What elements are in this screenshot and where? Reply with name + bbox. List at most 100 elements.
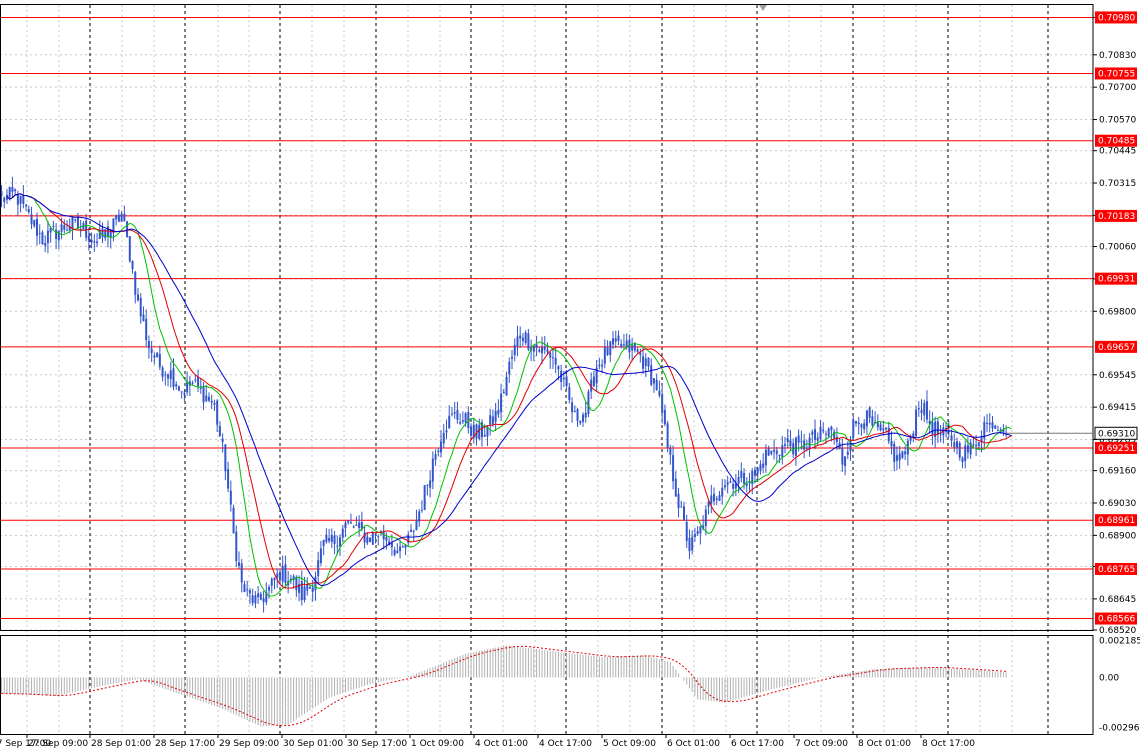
candle-body-4 xyxy=(11,187,14,192)
candle-body-309 xyxy=(844,456,847,467)
candle-body-308 xyxy=(841,448,844,465)
scroll-marker-icon xyxy=(759,5,767,11)
candle-body-209 xyxy=(571,402,574,413)
candle-body-11 xyxy=(30,214,33,225)
candle-body-158 xyxy=(431,458,434,482)
y-tick-label-17: 0.68645 xyxy=(1099,595,1136,605)
candle-body-43 xyxy=(117,214,120,222)
candle-body-326 xyxy=(890,440,893,447)
candle-body-272 xyxy=(743,472,746,484)
candle-body-60 xyxy=(164,374,167,376)
level-price-label-6: 0.69251 xyxy=(1098,444,1135,454)
candle-body-150 xyxy=(410,529,412,532)
candle-body-10 xyxy=(27,209,30,213)
y-tick-label-11: 0.69415 xyxy=(1099,403,1136,413)
candle-body-354 xyxy=(966,445,969,453)
candle-body-3 xyxy=(8,186,11,198)
candle-body-305 xyxy=(833,431,836,439)
candle-body-258 xyxy=(704,509,707,526)
candle-body-28 xyxy=(76,216,79,229)
candle-body-214 xyxy=(584,412,587,418)
candle-body-198 xyxy=(541,347,544,354)
candle-body-156 xyxy=(426,484,429,486)
candle-body-27 xyxy=(74,219,77,221)
x-tick-label-4: 29 Sep 09:00 xyxy=(219,739,279,749)
candle-body-20 xyxy=(55,229,58,239)
candle-body-310 xyxy=(846,451,849,455)
candle-body-296 xyxy=(808,437,811,449)
candle-body-185 xyxy=(505,376,508,396)
candle-body-191 xyxy=(521,337,524,342)
price-chart[interactable]: 0.70980 0.70830 0.70700 0.70570 0.70445 0.703… xyxy=(0,0,1140,754)
candle-body-203 xyxy=(554,357,557,365)
candle-body-183 xyxy=(500,393,503,413)
candle-body-8 xyxy=(22,194,25,204)
candle-body-100 xyxy=(273,577,276,581)
candle-body-67 xyxy=(183,392,186,395)
candle-body-94 xyxy=(257,593,260,598)
candle-body-293 xyxy=(800,440,803,442)
candle-body-238 xyxy=(650,365,653,385)
candle-body-301 xyxy=(822,429,825,432)
y-tick-label-13: 0.69160 xyxy=(1099,467,1136,477)
candle-body-152 xyxy=(415,519,418,531)
candle-body-327 xyxy=(893,443,896,462)
candle-body-236 xyxy=(644,358,647,366)
candle-body-155 xyxy=(423,485,426,510)
candle-body-85 xyxy=(232,507,235,534)
candle-body-126 xyxy=(344,522,347,529)
candle-body-187 xyxy=(511,356,514,359)
x-tick-label-14: 8 Oct 01:00 xyxy=(858,739,911,749)
candle-body-316 xyxy=(863,423,866,430)
candle-body-267 xyxy=(729,481,732,483)
candle-body-12 xyxy=(33,220,36,227)
candle-body-123 xyxy=(336,545,339,547)
candle-body-93 xyxy=(254,595,257,604)
candle-body-190 xyxy=(519,335,522,339)
candle-body-338 xyxy=(923,402,926,416)
candle-body-120 xyxy=(328,537,331,542)
time-axis: 27 Sep 17:0027 Sep 09:0028 Sep 01:0028 S… xyxy=(0,735,975,749)
candle-body-90 xyxy=(246,589,249,591)
candle-body-91 xyxy=(248,590,251,594)
candle-body-231 xyxy=(631,345,634,351)
candle-body-329 xyxy=(898,453,901,461)
candle-body-149 xyxy=(407,534,410,544)
x-tick-label-10: 5 Oct 09:00 xyxy=(603,739,656,749)
candle-body-221 xyxy=(603,347,606,364)
candle-body-39 xyxy=(106,226,109,237)
horizontal-levels xyxy=(0,16,1093,620)
candle-body-74 xyxy=(202,386,205,403)
candle-body-121 xyxy=(330,534,333,542)
candle-body-280 xyxy=(764,449,767,466)
candle-body-314 xyxy=(857,422,860,425)
candle-body-256 xyxy=(699,526,702,534)
candle-body-153 xyxy=(418,511,421,522)
candle-body-188 xyxy=(513,344,516,356)
candle-body-6 xyxy=(16,193,19,205)
grid-layer xyxy=(0,5,1093,734)
y-tick-label-7: 0.70060 xyxy=(1099,243,1136,253)
candle-body-319 xyxy=(871,416,874,426)
candle-body-14 xyxy=(38,233,41,235)
candle-body-129 xyxy=(352,526,355,528)
candle-body-19 xyxy=(52,225,55,227)
candle-body-50 xyxy=(137,294,139,301)
candle-body-128 xyxy=(349,522,352,524)
candle-body-78 xyxy=(213,402,216,405)
candle-body-248 xyxy=(677,493,680,509)
candle-body-146 xyxy=(399,546,402,552)
candle-body-266 xyxy=(726,482,729,485)
candle-body-212 xyxy=(579,420,582,424)
candle-body-323 xyxy=(882,428,885,431)
candle-body-363 xyxy=(991,422,994,429)
candle-body-275 xyxy=(751,470,754,485)
candle-body-122 xyxy=(333,535,336,544)
candle-body-7 xyxy=(19,196,22,204)
candle-body-208 xyxy=(568,387,571,401)
candle-body-295 xyxy=(805,447,808,449)
candle-body-306 xyxy=(835,436,838,442)
candle-body-303 xyxy=(827,428,830,436)
candle-body-200 xyxy=(546,349,549,353)
candle-body-42 xyxy=(115,215,118,220)
